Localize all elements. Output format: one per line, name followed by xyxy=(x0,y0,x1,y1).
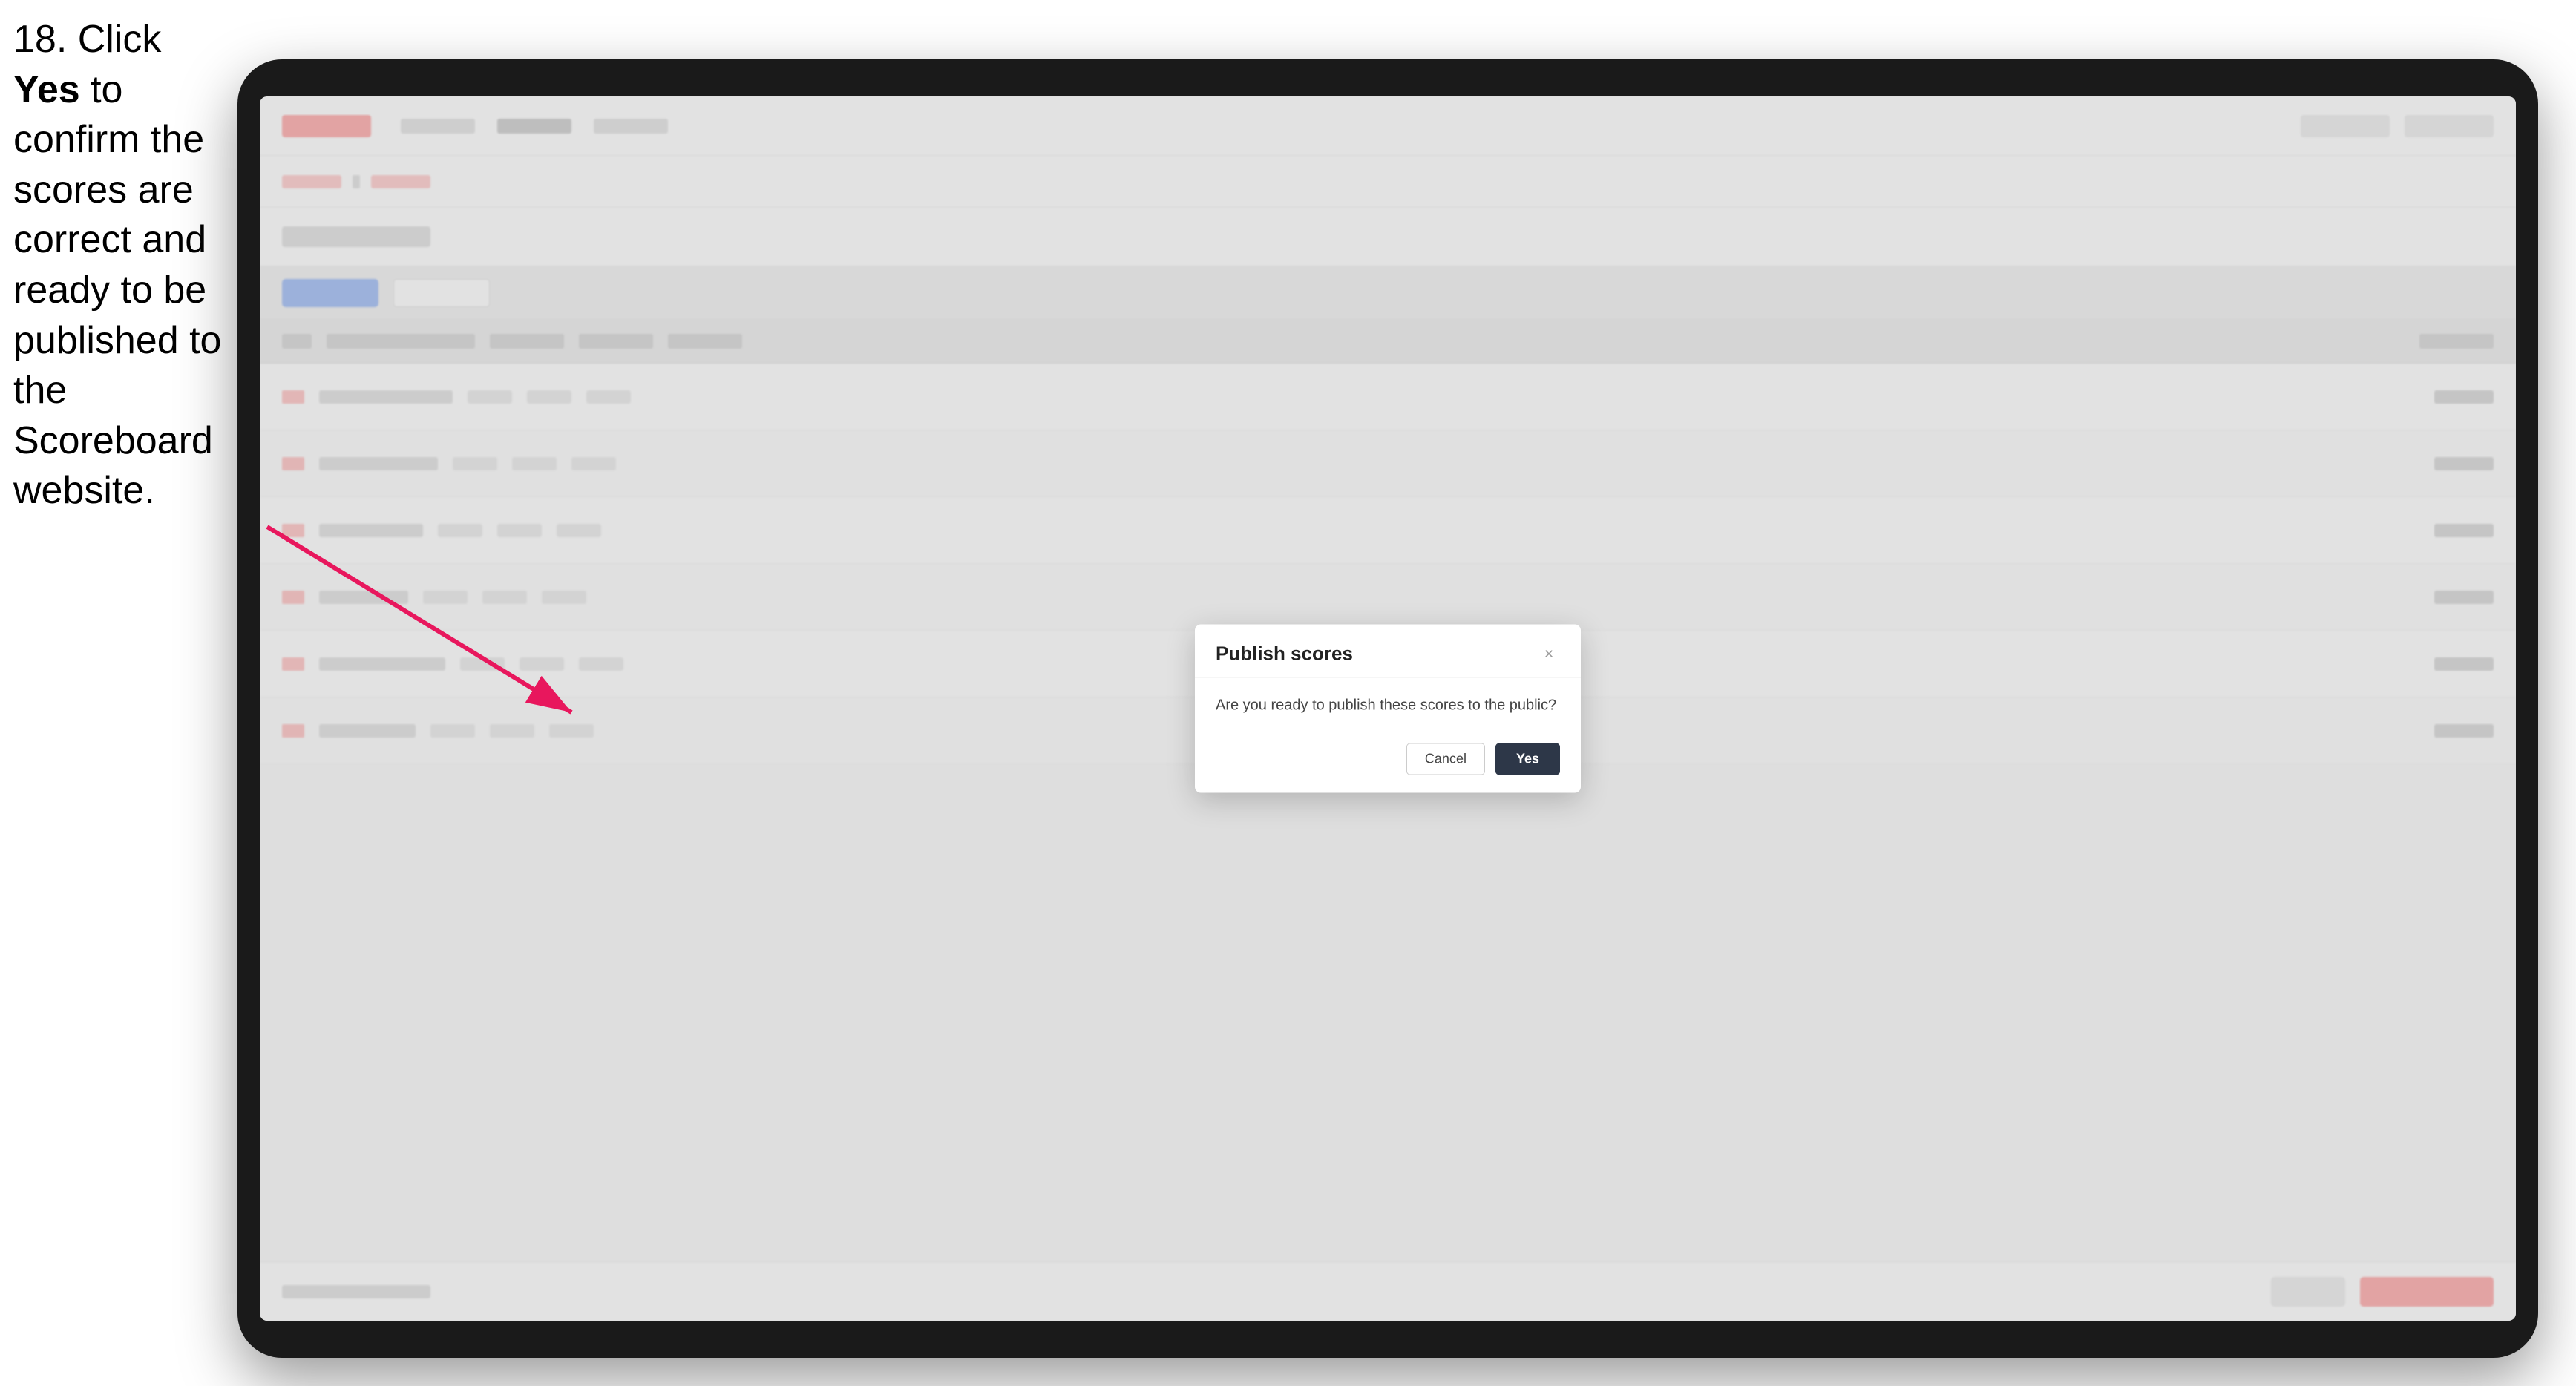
instruction-text: 18. Click Yes to confirm the scores are … xyxy=(13,15,236,516)
tablet-device: Publish scores × Are you ready to publis… xyxy=(237,59,2538,1358)
modal-close-button[interactable]: × xyxy=(1538,643,1560,665)
yes-button[interactable]: Yes xyxy=(1495,743,1560,775)
instruction-text-before: Click xyxy=(78,18,162,61)
modal-title: Publish scores xyxy=(1216,643,1353,666)
tablet-screen: Publish scores × Are you ready to publis… xyxy=(260,96,2516,1321)
publish-scores-modal: Publish scores × Are you ready to publis… xyxy=(1195,625,1581,793)
cancel-button[interactable]: Cancel xyxy=(1406,743,1485,775)
instruction-text-after: to confirm the scores are correct and re… xyxy=(13,68,221,513)
step-number: 18. xyxy=(13,18,67,61)
modal-footer: Cancel Yes xyxy=(1195,733,1581,793)
instruction-bold: Yes xyxy=(13,68,80,111)
modal-header: Publish scores × xyxy=(1195,625,1581,678)
modal-message: Are you ready to publish these scores to… xyxy=(1216,694,1560,717)
modal-body: Are you ready to publish these scores to… xyxy=(1195,678,1581,733)
